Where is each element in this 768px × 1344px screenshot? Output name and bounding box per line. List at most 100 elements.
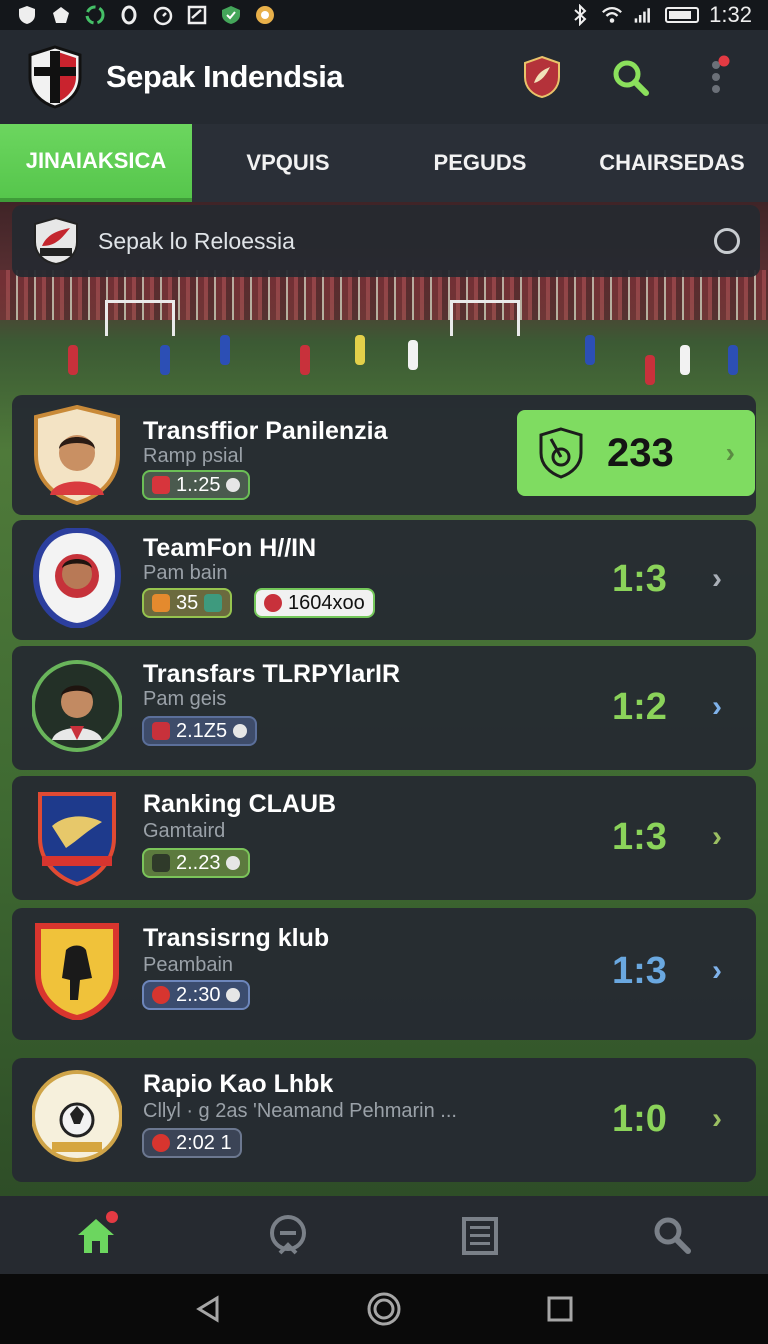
list-item[interactable]: TeamFon H//IN Pam bain 35 1604xoo 1:3 ›	[12, 520, 756, 640]
stat-value: 2..23	[176, 851, 221, 874]
stat-chip: 2..23	[142, 848, 251, 878]
more-menu-icon[interactable]	[696, 55, 740, 99]
sync-icon	[84, 4, 106, 26]
notification-dot	[106, 1211, 118, 1223]
wifi-icon	[601, 4, 623, 26]
player-figure	[355, 335, 365, 365]
goal-post	[450, 300, 520, 336]
nav-news[interactable]	[450, 1205, 510, 1265]
home-button[interactable]	[364, 1289, 404, 1329]
stat-value: 1604xoo	[288, 591, 365, 614]
list-item[interactable]: Transfars TLRPYlarIR Pam geis 2.1Z5 1:2 …	[12, 646, 756, 770]
nav-match[interactable]	[258, 1205, 318, 1265]
player-figure	[728, 345, 738, 375]
search-bar[interactable]: Sepak lo Reloessia	[12, 205, 760, 277]
tab-jinaiaksica[interactable]: JINAIAKSICA	[0, 124, 192, 202]
shield-icon	[16, 4, 38, 26]
bottom-navigation	[0, 1196, 768, 1274]
tab-peguds[interactable]: PEGUDS	[384, 124, 576, 202]
tab-bar: JINAIAKSICA VPQUIS PEGUDS CHAIRSEDAS	[0, 124, 768, 202]
stat-chip: 1604xoo	[254, 588, 375, 618]
score-value: 1:3	[612, 816, 667, 858]
dot-icon	[226, 988, 241, 1002]
player-figure	[680, 345, 690, 375]
timer-icon	[152, 4, 174, 26]
item-title: Ranking CLAUB	[143, 790, 337, 818]
club-logo-icon[interactable]	[28, 45, 82, 109]
back-icon	[196, 1295, 219, 1323]
player-badge-icon	[32, 528, 122, 628]
player-figure	[160, 345, 170, 375]
stat-chip: 1.:25	[142, 470, 251, 500]
search-icon[interactable]	[608, 55, 652, 99]
chevron-right-icon[interactable]: ›	[712, 820, 722, 854]
circle-icon	[118, 4, 140, 26]
pentagon-icon	[50, 4, 72, 26]
player-figure	[645, 355, 655, 385]
club-badge-icon	[35, 923, 119, 1020]
stat-chip: 35	[142, 588, 233, 618]
back-button[interactable]	[188, 1289, 228, 1329]
score-value: 1:3	[612, 950, 667, 992]
list-item[interactable]: Ranking CLAUB Gamtaird 2..23 1:3 ›	[12, 776, 756, 900]
match-icon	[270, 1215, 306, 1255]
item-subtitle: Ramp psial	[143, 445, 244, 467]
list-item[interactable]: Transffior Panilenzia Ramp psial 1.:25 2…	[12, 395, 756, 515]
score-button[interactable]: 233 ›	[517, 410, 755, 496]
score-value: 1:3	[612, 558, 667, 600]
stat-value: 2.:30	[176, 983, 221, 1006]
list-item[interactable]: Transisrng klub Peambain 2.:30 1:3 ›	[12, 908, 756, 1040]
chevron-right-icon[interactable]: ›	[712, 1102, 722, 1136]
shield-outline-icon	[539, 427, 583, 479]
chevron-right-icon[interactable]: ›	[712, 690, 722, 724]
news-icon	[462, 1217, 498, 1255]
stat-chip: 2.:30	[142, 980, 251, 1010]
app-title: Sepak Indendsia	[106, 59, 344, 94]
dot-icon	[226, 478, 241, 492]
stat-chip: 2:02 1	[142, 1128, 242, 1158]
stat-chip: 2.1Z5	[142, 716, 258, 746]
player-figure	[585, 335, 595, 365]
nav-home[interactable]	[66, 1205, 126, 1265]
score-value: 1:0	[612, 1098, 667, 1140]
player-figure	[300, 345, 310, 375]
score-value: 233	[607, 430, 674, 475]
club-icon	[264, 594, 282, 612]
status-bar: 1:32	[0, 0, 768, 30]
stat-value: 1.:25	[176, 473, 221, 496]
player-figure	[68, 345, 78, 375]
vpn-icon	[220, 4, 242, 26]
club-icon	[152, 986, 170, 1004]
chevron-right-icon[interactable]: ›	[712, 954, 722, 988]
stat-value: 2:02 1	[176, 1131, 232, 1154]
item-subtitle: Cllyl · g 2as 'Neamand Pehmarin ...	[143, 1100, 457, 1122]
item-title: TeamFon H//IN	[143, 534, 317, 562]
item-subtitle: Gamtaird	[143, 820, 226, 842]
chevron-right-icon[interactable]: ›	[712, 562, 722, 596]
list-item[interactable]: Rapio Kao Lhbk Cllyl · g 2as 'Neamand Pe…	[12, 1058, 756, 1182]
item-subtitle: Peambain	[143, 954, 234, 976]
tab-vpquis[interactable]: VPQUIS	[192, 124, 384, 202]
status-time: 1:32	[709, 2, 752, 27]
item-subtitle: Pam geis	[143, 688, 227, 710]
item-subtitle: Pam bain	[143, 562, 228, 584]
shield-badge-icon[interactable]	[520, 55, 564, 99]
nav-search[interactable]	[642, 1205, 702, 1265]
player-badge-icon	[34, 405, 120, 505]
item-title: Rapio Kao Lhbk	[143, 1070, 334, 1098]
tab-chairsedas[interactable]: CHAIRSEDAS	[576, 124, 768, 202]
item-title: Transfars TLRPYlarIR	[143, 660, 401, 688]
ball-icon	[254, 4, 276, 26]
dot-icon	[233, 724, 248, 738]
flag-icon	[152, 476, 170, 494]
score-value: 1:2	[612, 686, 667, 728]
club-icon	[152, 1134, 170, 1152]
club-badge-icon	[32, 1070, 122, 1162]
stat-value: 2.1Z5	[176, 719, 228, 742]
item-title: Transffior Panilenzia	[143, 417, 388, 445]
recents-button[interactable]	[540, 1289, 580, 1329]
checkbox-icon	[186, 4, 208, 26]
club-logo-icon	[34, 216, 78, 266]
system-navigation	[0, 1274, 768, 1344]
club-badge-icon	[38, 792, 116, 886]
